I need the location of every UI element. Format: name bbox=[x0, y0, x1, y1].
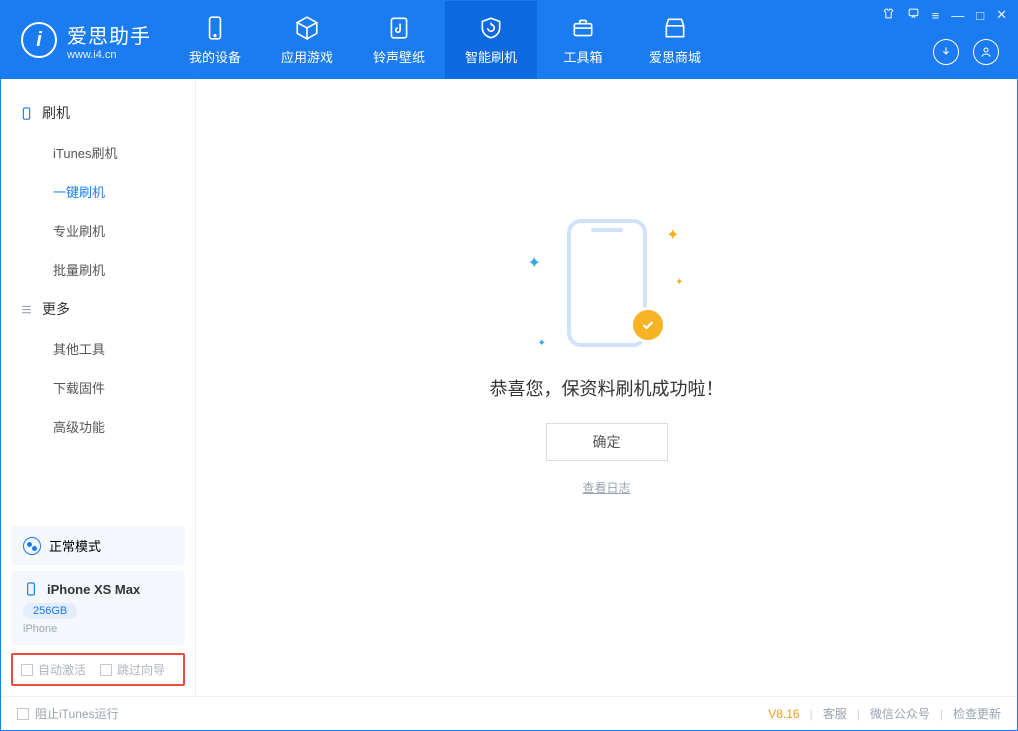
statusbar: 阻止iTunes运行 V8.16 | 客服 | 微信公众号 | 检查更新 bbox=[1, 696, 1017, 730]
flash-options-highlight: 自动激活 跳过向导 bbox=[11, 653, 185, 686]
app-name: 爱思助手 bbox=[67, 20, 151, 49]
titlebar: i 爱思助手 www.i4.cn 我的设备 应用游戏 铃声壁纸 智能刷机 工具箱 bbox=[1, 1, 1017, 79]
tab-label: 铃声壁纸 bbox=[373, 47, 425, 66]
music-file-icon bbox=[386, 15, 412, 41]
success-illustration: ✦ ✦ ✦ ✦ bbox=[532, 219, 682, 349]
check-update-link[interactable]: 检查更新 bbox=[953, 705, 1001, 722]
checkbox-block-itunes[interactable]: 阻止iTunes运行 bbox=[17, 705, 119, 722]
sidebar-item-other-tools[interactable]: 其他工具 bbox=[1, 329, 195, 368]
logo-area: i 爱思助手 www.i4.cn bbox=[1, 1, 169, 79]
support-link[interactable]: 客服 bbox=[823, 705, 847, 722]
opt-label: 跳过向导 bbox=[117, 661, 165, 678]
success-message: 恭喜您，保资料刷机成功啦！ bbox=[490, 375, 724, 401]
opt-label: 自动激活 bbox=[38, 661, 86, 678]
sidebar: 刷机 iTunes刷机 一键刷机 专业刷机 批量刷机 更多 其他工具 下载固件 … bbox=[1, 79, 196, 696]
menu-icon[interactable]: ≡ bbox=[932, 8, 940, 23]
checkbox-icon bbox=[17, 708, 29, 720]
header-right-icons bbox=[933, 39, 999, 65]
download-button[interactable] bbox=[933, 39, 959, 65]
tab-store[interactable]: 爱思商城 bbox=[629, 1, 721, 79]
sidebar-item-download-firmware[interactable]: 下载固件 bbox=[1, 368, 195, 407]
content-area: 刷机 iTunes刷机 一键刷机 专业刷机 批量刷机 更多 其他工具 下载固件 … bbox=[1, 79, 1017, 696]
mode-icon bbox=[23, 537, 41, 555]
app-url: www.i4.cn bbox=[67, 49, 151, 61]
phone-icon bbox=[23, 581, 39, 597]
store-icon bbox=[662, 15, 688, 41]
tab-label: 应用游戏 bbox=[281, 47, 333, 66]
tab-ringtone-wallpaper[interactable]: 铃声壁纸 bbox=[353, 1, 445, 79]
mode-label: 正常模式 bbox=[49, 536, 101, 555]
device-info-card[interactable]: iPhone XS Max 256GB iPhone bbox=[11, 571, 185, 645]
phone-icon bbox=[19, 106, 34, 121]
checkbox-auto-activate[interactable]: 自动激活 bbox=[21, 661, 86, 678]
tab-my-device[interactable]: 我的设备 bbox=[169, 1, 261, 79]
ok-button[interactable]: 确定 bbox=[546, 423, 668, 461]
menu-icon bbox=[19, 302, 34, 317]
sparkle-icon: ✦ bbox=[666, 225, 679, 245]
tab-label: 爱思商城 bbox=[649, 47, 701, 66]
sidebar-item-itunes-flash[interactable]: iTunes刷机 bbox=[1, 133, 195, 172]
tab-label: 我的设备 bbox=[189, 47, 241, 66]
checkbox-icon bbox=[100, 664, 112, 676]
sparkle-icon: ✦ bbox=[528, 253, 541, 273]
sidebar-bottom: 正常模式 iPhone XS Max 256GB iPhone 自动激活 跳过向… bbox=[1, 520, 195, 696]
device-mode-card[interactable]: 正常模式 bbox=[11, 526, 185, 565]
device-type: iPhone bbox=[23, 623, 173, 635]
skin-icon[interactable] bbox=[882, 7, 895, 23]
toolbox-icon bbox=[570, 15, 596, 41]
account-button[interactable] bbox=[973, 39, 999, 65]
checkbox-icon bbox=[21, 664, 33, 676]
group-label: 刷机 bbox=[42, 103, 70, 123]
phone-icon bbox=[202, 15, 228, 41]
main-tabs: 我的设备 应用游戏 铃声壁纸 智能刷机 工具箱 爱思商城 bbox=[169, 1, 721, 79]
tab-toolbox[interactable]: 工具箱 bbox=[537, 1, 629, 79]
minimize-button[interactable]: — bbox=[951, 8, 964, 23]
sidebar-item-pro-flash[interactable]: 专业刷机 bbox=[1, 211, 195, 250]
block-itunes-label: 阻止iTunes运行 bbox=[35, 705, 119, 722]
refresh-shield-icon bbox=[478, 15, 504, 41]
tab-smart-flash[interactable]: 智能刷机 bbox=[445, 1, 537, 79]
feedback-icon[interactable] bbox=[907, 7, 920, 23]
window-controls: ≡ — □ ✕ bbox=[882, 7, 1007, 23]
sidebar-item-advanced[interactable]: 高级功能 bbox=[1, 407, 195, 446]
cube-icon bbox=[294, 15, 320, 41]
logo-icon: i bbox=[21, 22, 57, 58]
main-panel: ✦ ✦ ✦ ✦ 恭喜您，保资料刷机成功啦！ 确定 查看日志 bbox=[196, 79, 1017, 696]
device-storage: 256GB bbox=[23, 603, 77, 619]
logo-text: 爱思助手 www.i4.cn bbox=[67, 20, 151, 61]
maximize-button[interactable]: □ bbox=[976, 8, 984, 23]
close-button[interactable]: ✕ bbox=[996, 7, 1007, 23]
sparkle-icon: ✦ bbox=[675, 277, 683, 288]
version-label: V8.16 bbox=[768, 707, 799, 721]
sidebar-item-one-click-flash[interactable]: 一键刷机 bbox=[1, 172, 195, 211]
device-name: iPhone XS Max bbox=[47, 582, 140, 597]
sidebar-item-batch-flash[interactable]: 批量刷机 bbox=[1, 250, 195, 289]
sidebar-group-flash: 刷机 bbox=[1, 93, 195, 133]
checkbox-skip-guide[interactable]: 跳过向导 bbox=[100, 661, 165, 678]
tab-label: 工具箱 bbox=[563, 47, 602, 66]
tab-apps-games[interactable]: 应用游戏 bbox=[261, 1, 353, 79]
check-badge-icon bbox=[630, 307, 666, 343]
tab-label: 智能刷机 bbox=[465, 47, 517, 66]
sparkle-icon: ✦ bbox=[538, 338, 546, 349]
view-log-link[interactable]: 查看日志 bbox=[582, 479, 630, 496]
sidebar-group-more: 更多 bbox=[1, 289, 195, 329]
wechat-link[interactable]: 微信公众号 bbox=[870, 705, 930, 722]
group-label: 更多 bbox=[42, 299, 70, 319]
